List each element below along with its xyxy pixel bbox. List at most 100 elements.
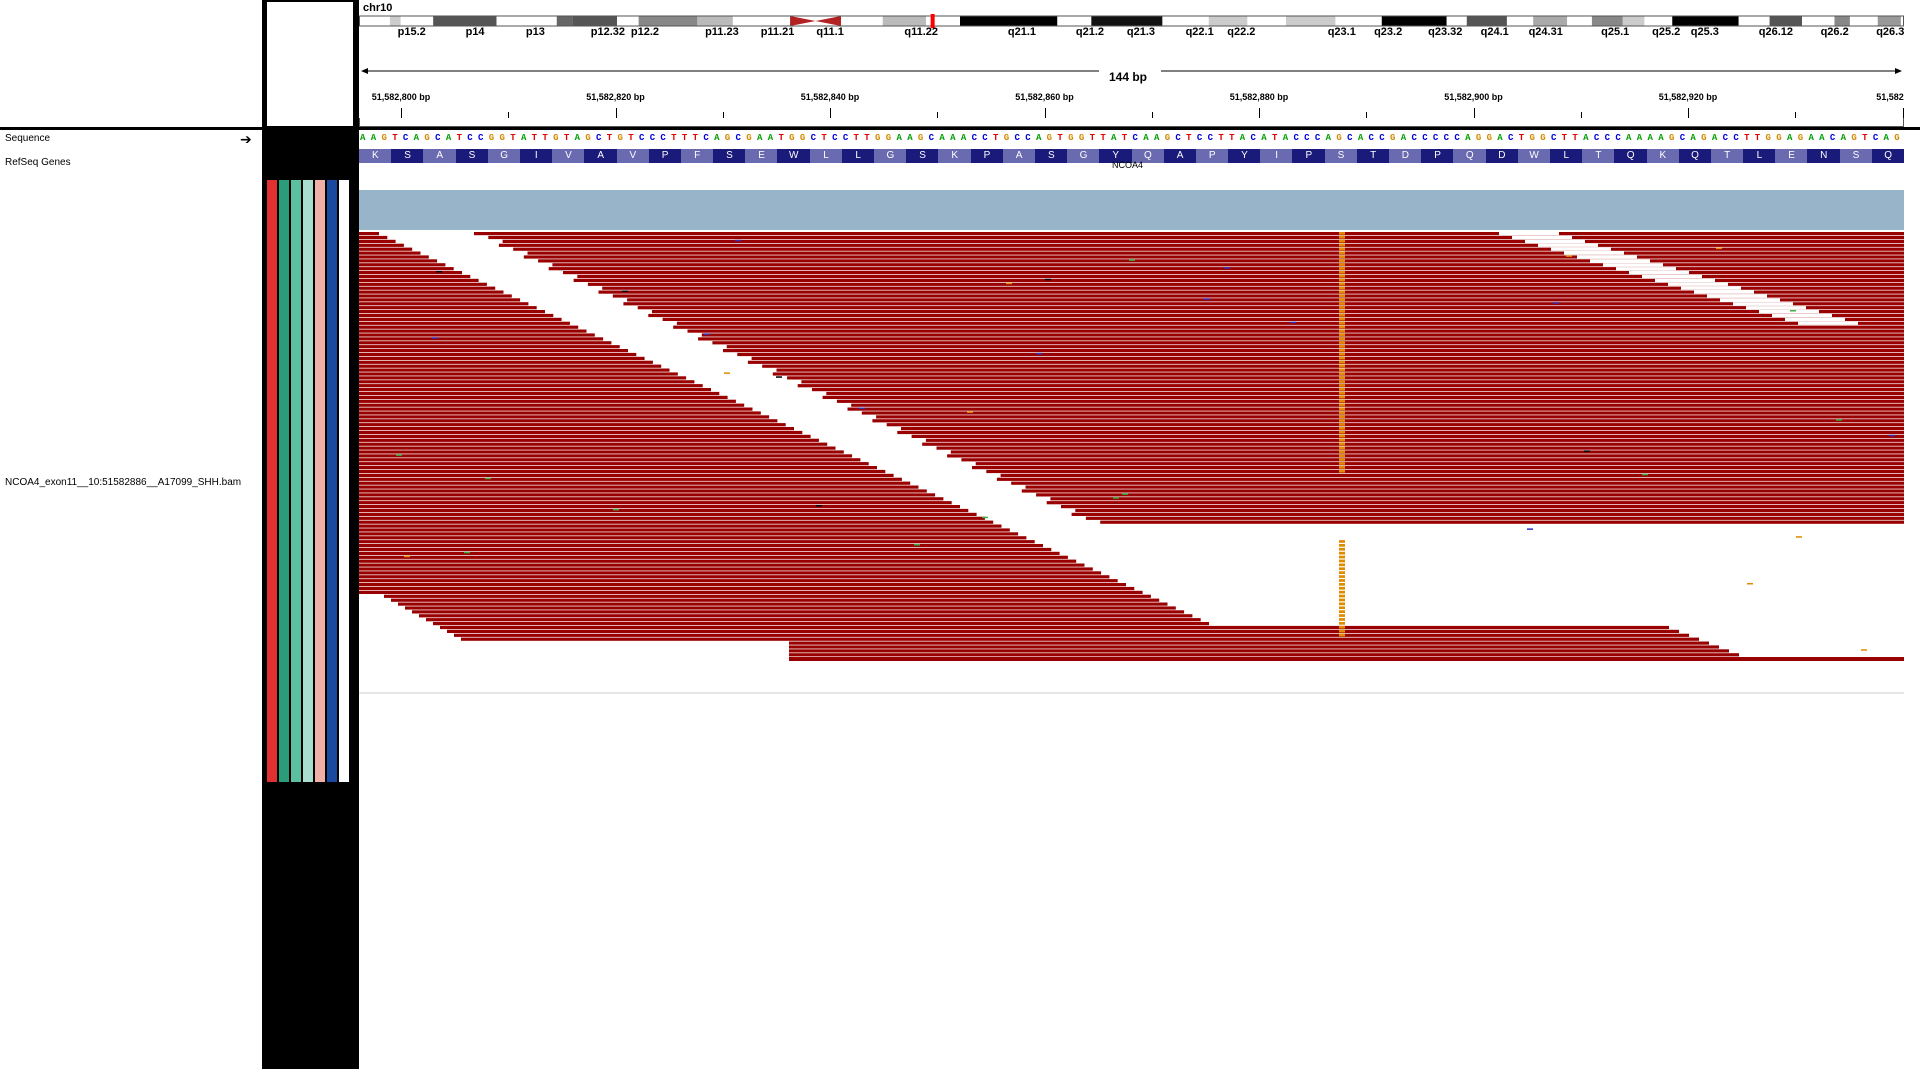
- read-alignment: [359, 540, 1035, 544]
- mismatch-base: [1339, 306, 1345, 309]
- read-alignment: [359, 434, 811, 438]
- read-gap: [1071, 547, 1904, 552]
- read-alignment: [359, 372, 678, 376]
- read-alignment: [359, 321, 570, 325]
- read-alignment: [1100, 520, 1904, 524]
- read-alignment: [751, 356, 1904, 360]
- mismatch-base: [1339, 618, 1345, 621]
- read-alignment: [412, 610, 1185, 614]
- mismatch-base: [1642, 473, 1648, 476]
- alignment-track[interactable]: [359, 130, 1904, 1069]
- attribute-cell[interactable]: [291, 180, 301, 782]
- bam-track-name[interactable]: NCOA4_exon11__10:51582886__A17099_SHH.ba…: [5, 477, 241, 488]
- mismatch-base: [1113, 497, 1119, 499]
- read-alignment: [359, 571, 1102, 575]
- read-alignment: [712, 341, 1904, 345]
- mismatch-base: [1339, 466, 1345, 469]
- scrollbar[interactable]: [1904, 130, 1920, 1069]
- mismatch-base: [1339, 442, 1345, 446]
- read-alignment: [359, 579, 1118, 583]
- attribute-column[interactable]: [279, 130, 289, 1069]
- attribute-cell[interactable]: [279, 180, 289, 782]
- read-alignment: [950, 450, 1904, 454]
- attribute-cell[interactable]: [327, 180, 337, 782]
- sequence-track-name[interactable]: Sequence: [5, 133, 50, 144]
- attribute-cell[interactable]: [315, 180, 325, 782]
- read-gap: [1512, 235, 1572, 240]
- read-gap: [1170, 594, 1904, 598]
- attribute-column[interactable]: [303, 130, 313, 1069]
- mismatch-base: [1339, 622, 1345, 625]
- mismatch-base: [1339, 349, 1345, 352]
- read-gap: [1137, 579, 1904, 583]
- mismatch-base: [1129, 259, 1135, 261]
- attribute-cell[interactable]: [339, 180, 349, 782]
- read-alignment: [359, 317, 562, 321]
- read-alignment: [627, 298, 1904, 302]
- read-gap: [1642, 274, 1702, 279]
- read-alignment: [801, 380, 1904, 384]
- read-gap: [1112, 567, 1904, 571]
- read-alignment: [359, 399, 736, 403]
- read-alignment: [359, 411, 761, 415]
- read-alignment: [652, 310, 1904, 314]
- read-alignment: [359, 583, 1126, 587]
- read-alignment: [359, 567, 1093, 571]
- mismatch-base: [1339, 395, 1345, 399]
- mismatch-base: [1339, 559, 1345, 563]
- read-alignment: [698, 337, 1904, 341]
- mismatch-base: [432, 337, 438, 339]
- mismatch-base: [1836, 419, 1842, 421]
- refseq-genes-track-name[interactable]: RefSeq Genes: [5, 157, 71, 168]
- attribute-column[interactable]: [339, 130, 349, 1069]
- mismatch-base: [1339, 462, 1345, 465]
- mismatch-base: [1339, 583, 1345, 586]
- read-gap: [1629, 271, 1689, 275]
- mismatch-base: [1036, 352, 1042, 355]
- mismatch-base: [1584, 450, 1590, 452]
- mismatch-base: [1339, 633, 1345, 637]
- read-alignment: [359, 239, 396, 243]
- attribute-column[interactable]: [267, 130, 277, 1069]
- read-alignment: [1075, 508, 1904, 513]
- mismatch-base: [1339, 567, 1345, 571]
- read-alignment: [359, 423, 786, 427]
- attribute-column[interactable]: [327, 130, 337, 1069]
- read-gap: [1668, 282, 1728, 286]
- read-alignment: [972, 466, 1904, 470]
- read-gap: [1499, 232, 1559, 236]
- mismatch-base: [1339, 571, 1345, 574]
- mismatch-base: [1339, 310, 1345, 313]
- attribute-column[interactable]: [315, 130, 325, 1069]
- read-gap: [1104, 563, 1904, 567]
- read-alignment: [359, 430, 803, 435]
- mismatch-base: [1339, 450, 1345, 454]
- read-alignment: [359, 489, 927, 493]
- attribute-cell[interactable]: [303, 180, 313, 782]
- mismatch-base: [1339, 286, 1345, 290]
- attribute-cell[interactable]: [267, 180, 277, 782]
- read-alignment: [391, 598, 1160, 602]
- mismatch-base: [1290, 321, 1296, 324]
- mismatch-base: [1045, 278, 1051, 281]
- read-gap: [1746, 306, 1806, 310]
- mismatch-base: [613, 508, 619, 511]
- mismatch-base: [859, 407, 865, 409]
- read-alignment: [359, 310, 545, 314]
- mismatch-base: [1339, 399, 1345, 403]
- read-gap: [1785, 317, 1845, 321]
- mismatch-base: [1339, 235, 1345, 239]
- mismatch-base: [1339, 313, 1345, 317]
- read-alignment: [359, 302, 529, 306]
- mismatch-base: [1339, 251, 1345, 255]
- right-arrow-icon[interactable]: ➔: [240, 131, 252, 148]
- read-alignment: [359, 352, 637, 357]
- attribute-column[interactable]: [291, 130, 301, 1069]
- mismatch-base: [1339, 274, 1345, 278]
- read-alignment: [822, 395, 1904, 399]
- read-alignment: [359, 501, 952, 505]
- read-gap: [1564, 251, 1624, 255]
- mismatch-base: [1339, 333, 1345, 337]
- read-gap: [1162, 590, 1904, 594]
- attribute-columns[interactable]: [265, 130, 355, 1069]
